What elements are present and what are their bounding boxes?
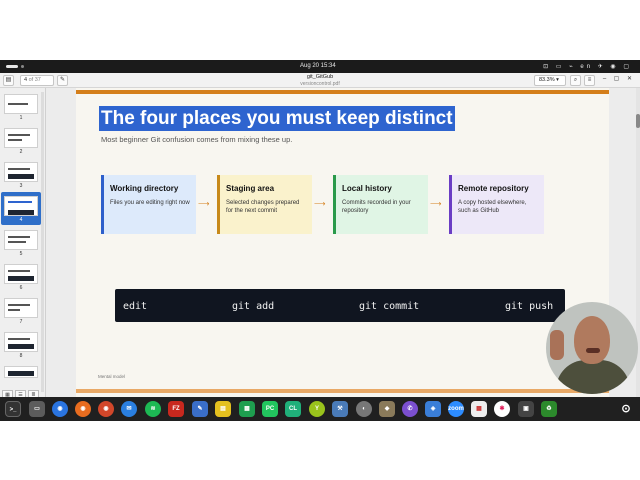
page-thumbnail-label: 7 [19, 319, 23, 325]
tools-icon[interactable]: ⚒ [332, 401, 348, 417]
page-thumbnail-8[interactable] [4, 332, 38, 352]
thunderbird-icon[interactable]: ✉ [121, 401, 137, 417]
arrow-right-icon: ⟶ [430, 199, 442, 208]
firefox-icon[interactable]: ◉ [75, 401, 91, 417]
sidebar-scrollbar[interactable] [41, 92, 44, 392]
card-staging-area: Staging area Selected changes prepared f… [217, 175, 312, 234]
zoom-select[interactable]: 83.3% ▾ [534, 75, 566, 86]
card-edge [217, 175, 220, 234]
slide-bottom-accent [76, 389, 609, 393]
page-thumbnail-label: 2 [19, 149, 23, 155]
filezilla-icon[interactable]: FZ [168, 401, 184, 417]
card-local-history: Local history Commits recorded in your r… [333, 175, 428, 234]
webcam-overlay [546, 302, 638, 394]
trash-icon[interactable]: ♻ [541, 401, 557, 417]
workspace-dot[interactable] [21, 65, 24, 68]
gimp-icon[interactable]: ◆ [379, 401, 395, 417]
page-thumbnail-2[interactable] [4, 128, 38, 148]
command-label: git add [232, 301, 275, 312]
command-bar: edit git add git commit git push [115, 289, 565, 322]
firefox-alt-icon[interactable]: ◉ [98, 401, 114, 417]
zoom-icon[interactable]: zoom [448, 401, 464, 417]
command-label: git push [505, 301, 554, 312]
command-label: edit [123, 301, 148, 312]
clock[interactable]: Aug 20 15:34 [300, 63, 336, 69]
card-edge [101, 175, 104, 234]
card-remote-repository: Remote repository A copy hosted elsewher… [449, 175, 544, 234]
card-description: A copy hosted elsewhere, such as GitHub [458, 200, 527, 214]
editor-icon[interactable]: ✎ [192, 401, 208, 417]
slide-top-accent [76, 90, 609, 94]
slide-footer-label: Mental model [98, 374, 126, 379]
terminal-icon[interactable]: >_ [5, 401, 21, 417]
thumbnail-sidebar: 1 2 3 4 5 6 7 8 ▦ ☰ ≣ [0, 88, 46, 400]
menu-icon[interactable]: ≡ [584, 75, 595, 86]
search-icon[interactable]: ⌕ [570, 75, 581, 86]
page-thumbnail-label: 1 [19, 115, 23, 121]
calendar-icon[interactable]: ▦ [471, 401, 487, 417]
notes-icon[interactable]: ▤ [215, 401, 231, 417]
card-edge [333, 175, 336, 234]
yarn-icon[interactable]: Y [309, 401, 325, 417]
bitwarden-icon[interactable]: ◈ [425, 401, 441, 417]
system-tray[interactable]: ⊡ ▭ ⌁ en ✈ ◉ ▢ [543, 63, 632, 70]
spotify-icon[interactable]: ≋ [145, 401, 161, 417]
activities-indicator[interactable] [6, 65, 18, 68]
maximize-icon[interactable]: ▢ [612, 75, 621, 86]
presenter-head [574, 316, 610, 364]
taskbar-dock: >_ ▭ ◉ ◉ ◉ ✉ ≋ FZ ✎ ▤ ▦ PC CL Y ⚒ ◐ ◆ ✆ … [0, 397, 640, 421]
card-description: Commits recorded in your repository [342, 200, 411, 214]
arrow-right-icon: ⟶ [314, 199, 326, 208]
minimize-icon[interactable]: – [600, 75, 609, 86]
sheets-icon[interactable]: ▦ [239, 401, 255, 417]
system-top-bar: Aug 20 15:34 ⊡ ▭ ⌁ en ✈ ◉ ▢ [0, 60, 640, 73]
card-working-directory: Working directory Files you are editing … [101, 175, 196, 234]
viewer-titlebar: ▤ 4 of 37 ✎ git_GitGub versioncontrol.pd… [0, 73, 640, 88]
page-thumbnail-label: 8 [19, 353, 23, 359]
page-thumbnail-6[interactable] [4, 264, 38, 284]
page-thumbnail-5[interactable] [4, 230, 38, 250]
presenter-mouth [586, 348, 600, 353]
viber-icon[interactable]: ✆ [402, 401, 418, 417]
page-thumbnail-7[interactable] [4, 298, 38, 318]
page-thumbnail-label: 4 [19, 217, 23, 223]
card-title: Remote repository [458, 184, 529, 193]
slide-page: The four places you must keep distinct M… [76, 88, 609, 397]
clion-icon[interactable]: CL [285, 401, 301, 417]
card-description: Selected changes prepared for the next c… [226, 200, 300, 214]
extra-app-icon[interactable]: ▣ [518, 401, 534, 417]
page-thumbnail-label: 6 [19, 285, 23, 291]
presenter-hand [550, 330, 564, 360]
files-icon[interactable]: ▭ [29, 401, 45, 417]
show-apps-icon[interactable]: ⊙ [618, 401, 634, 417]
slide-title[interactable]: The four places you must keep distinct [99, 106, 455, 131]
presenter-shirt [556, 360, 630, 394]
slack-icon[interactable]: ✱ [494, 401, 510, 417]
arrow-right-icon: ⟶ [198, 199, 210, 208]
slide-subtitle: Most beginner Git confusion comes from m… [101, 135, 293, 144]
page-thumbnail-9[interactable] [4, 366, 38, 378]
page-thumbnail-1[interactable] [4, 94, 38, 114]
screen: Aug 20 15:34 ⊡ ▭ ⌁ en ✈ ◉ ▢ ▤ 4 of 37 ✎ … [0, 0, 640, 480]
chrome-icon[interactable]: ◉ [52, 401, 68, 417]
page-thumbnail-label: 3 [19, 183, 23, 189]
card-title: Local history [342, 184, 392, 193]
command-label: git commit [359, 301, 420, 312]
pycharm-icon[interactable]: PC [262, 401, 278, 417]
close-icon[interactable]: ✕ [625, 75, 634, 86]
card-title: Working directory [110, 184, 179, 193]
page-thumbnail-label: 5 [19, 251, 23, 257]
zoom-value: 83.3% [539, 77, 555, 83]
card-title: Staging area [226, 184, 275, 193]
page-thumbnail-4[interactable] [4, 196, 38, 216]
scrollbar-thumb[interactable] [636, 114, 640, 128]
page-thumbnail-3[interactable] [4, 162, 38, 182]
settings-icon[interactable]: ◐ [356, 401, 372, 417]
card-edge [449, 175, 452, 234]
card-description: Files you are editing right now [110, 200, 190, 206]
